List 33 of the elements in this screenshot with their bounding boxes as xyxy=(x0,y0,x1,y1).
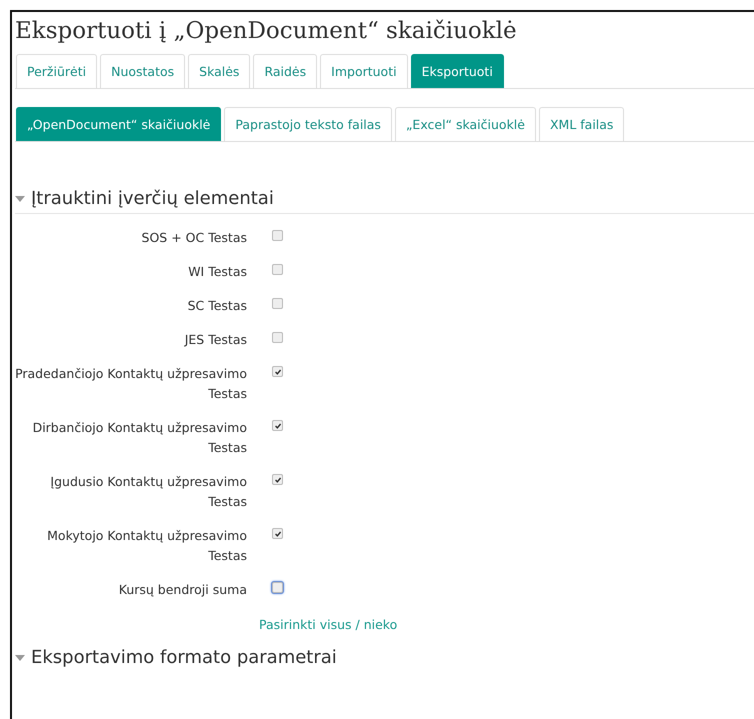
checkbox-label: Dirbančiojo Kontaktų užpresavimo Testas xyxy=(32,419,247,457)
checkbox-label: Kursų bendroji suma xyxy=(118,581,247,599)
checkbox[interactable] xyxy=(272,420,283,431)
tab[interactable]: Importuoti xyxy=(320,54,408,88)
checkbox[interactable] xyxy=(272,528,283,539)
section-title: Įtrauktini įverčių elementai xyxy=(31,188,274,209)
checkbox[interactable] xyxy=(272,366,283,377)
select-all-none-link[interactable]: Pasirinkti visus / nieko xyxy=(259,617,398,632)
checkbox-label: SC Testas xyxy=(186,297,247,315)
checkbox[interactable] xyxy=(272,474,283,485)
checkbox[interactable] xyxy=(272,298,283,309)
page-title: Eksportuoti į „OpenDocument“ skaičiuoklė xyxy=(15,18,518,44)
checkbox[interactable] xyxy=(272,264,283,275)
checkbox-label: Mokytojo Kontaktų užpresavimo Testas xyxy=(46,527,247,565)
section-title: Eksportavimo formato parametrai xyxy=(31,647,337,668)
tab[interactable]: Nuostatos xyxy=(100,54,186,88)
expand-icon[interactable] xyxy=(15,652,25,662)
tab[interactable]: Raidės xyxy=(253,54,318,88)
tab[interactable]: „Excel“ skaičiuoklė xyxy=(394,107,536,141)
checkbox-label: JES Testas xyxy=(183,331,247,349)
collapse-icon[interactable] xyxy=(15,194,25,204)
tab[interactable]: „OpenDocument“ skaičiuoklė xyxy=(16,107,222,141)
checkbox-label: WI Testas xyxy=(187,263,247,281)
checkbox[interactable] xyxy=(272,332,283,343)
checkbox[interactable] xyxy=(272,230,283,241)
tab[interactable]: Eksportuoti xyxy=(410,54,504,88)
checkbox-label: Pradedančiojo Kontaktų užpresavimo Testas xyxy=(15,365,247,403)
checkbox-label: Įgudusio Kontaktų užpresavimo Testas xyxy=(49,473,247,511)
tab[interactable]: Peržiūrėti xyxy=(16,54,98,88)
tab[interactable]: XML failas xyxy=(538,107,624,141)
tab[interactable]: Paprastojo teksto failas xyxy=(224,107,392,141)
tab[interactable]: Skalės xyxy=(188,54,250,88)
checkbox-label: SOS + OC Testas xyxy=(140,229,247,247)
